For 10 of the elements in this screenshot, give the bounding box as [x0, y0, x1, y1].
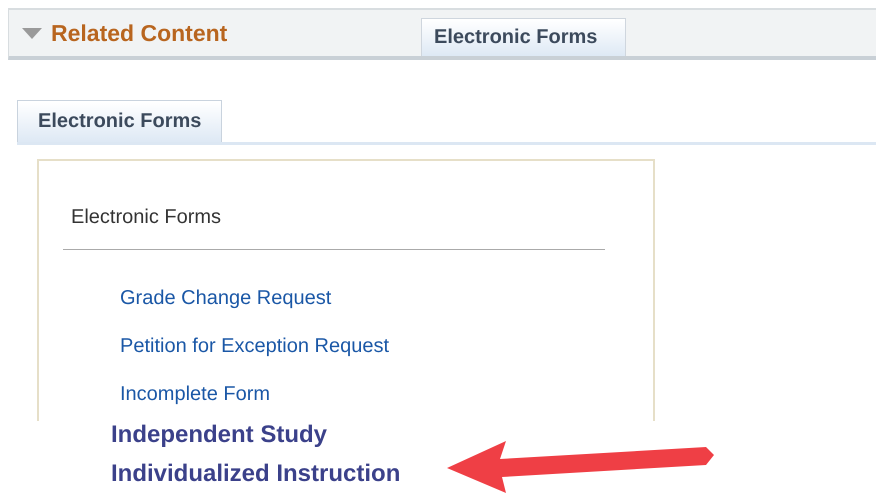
form-link[interactable]: Incomplete Form [120, 382, 270, 406]
tab[interactable]: Electronic Forms [421, 18, 626, 56]
annotation-text: Individualized Instruction [111, 460, 400, 488]
tab[interactable]: Electronic Forms [17, 100, 222, 142]
annotation-text: Independent Study [111, 421, 327, 449]
collapse-icon[interactable] [21, 26, 43, 40]
form-link[interactable]: Petition for Exception Request [120, 334, 390, 358]
section-title: Related Content [51, 20, 228, 46]
form-link[interactable]: Grade Change Request [120, 286, 332, 310]
panel-title: Electronic Forms [71, 205, 222, 229]
